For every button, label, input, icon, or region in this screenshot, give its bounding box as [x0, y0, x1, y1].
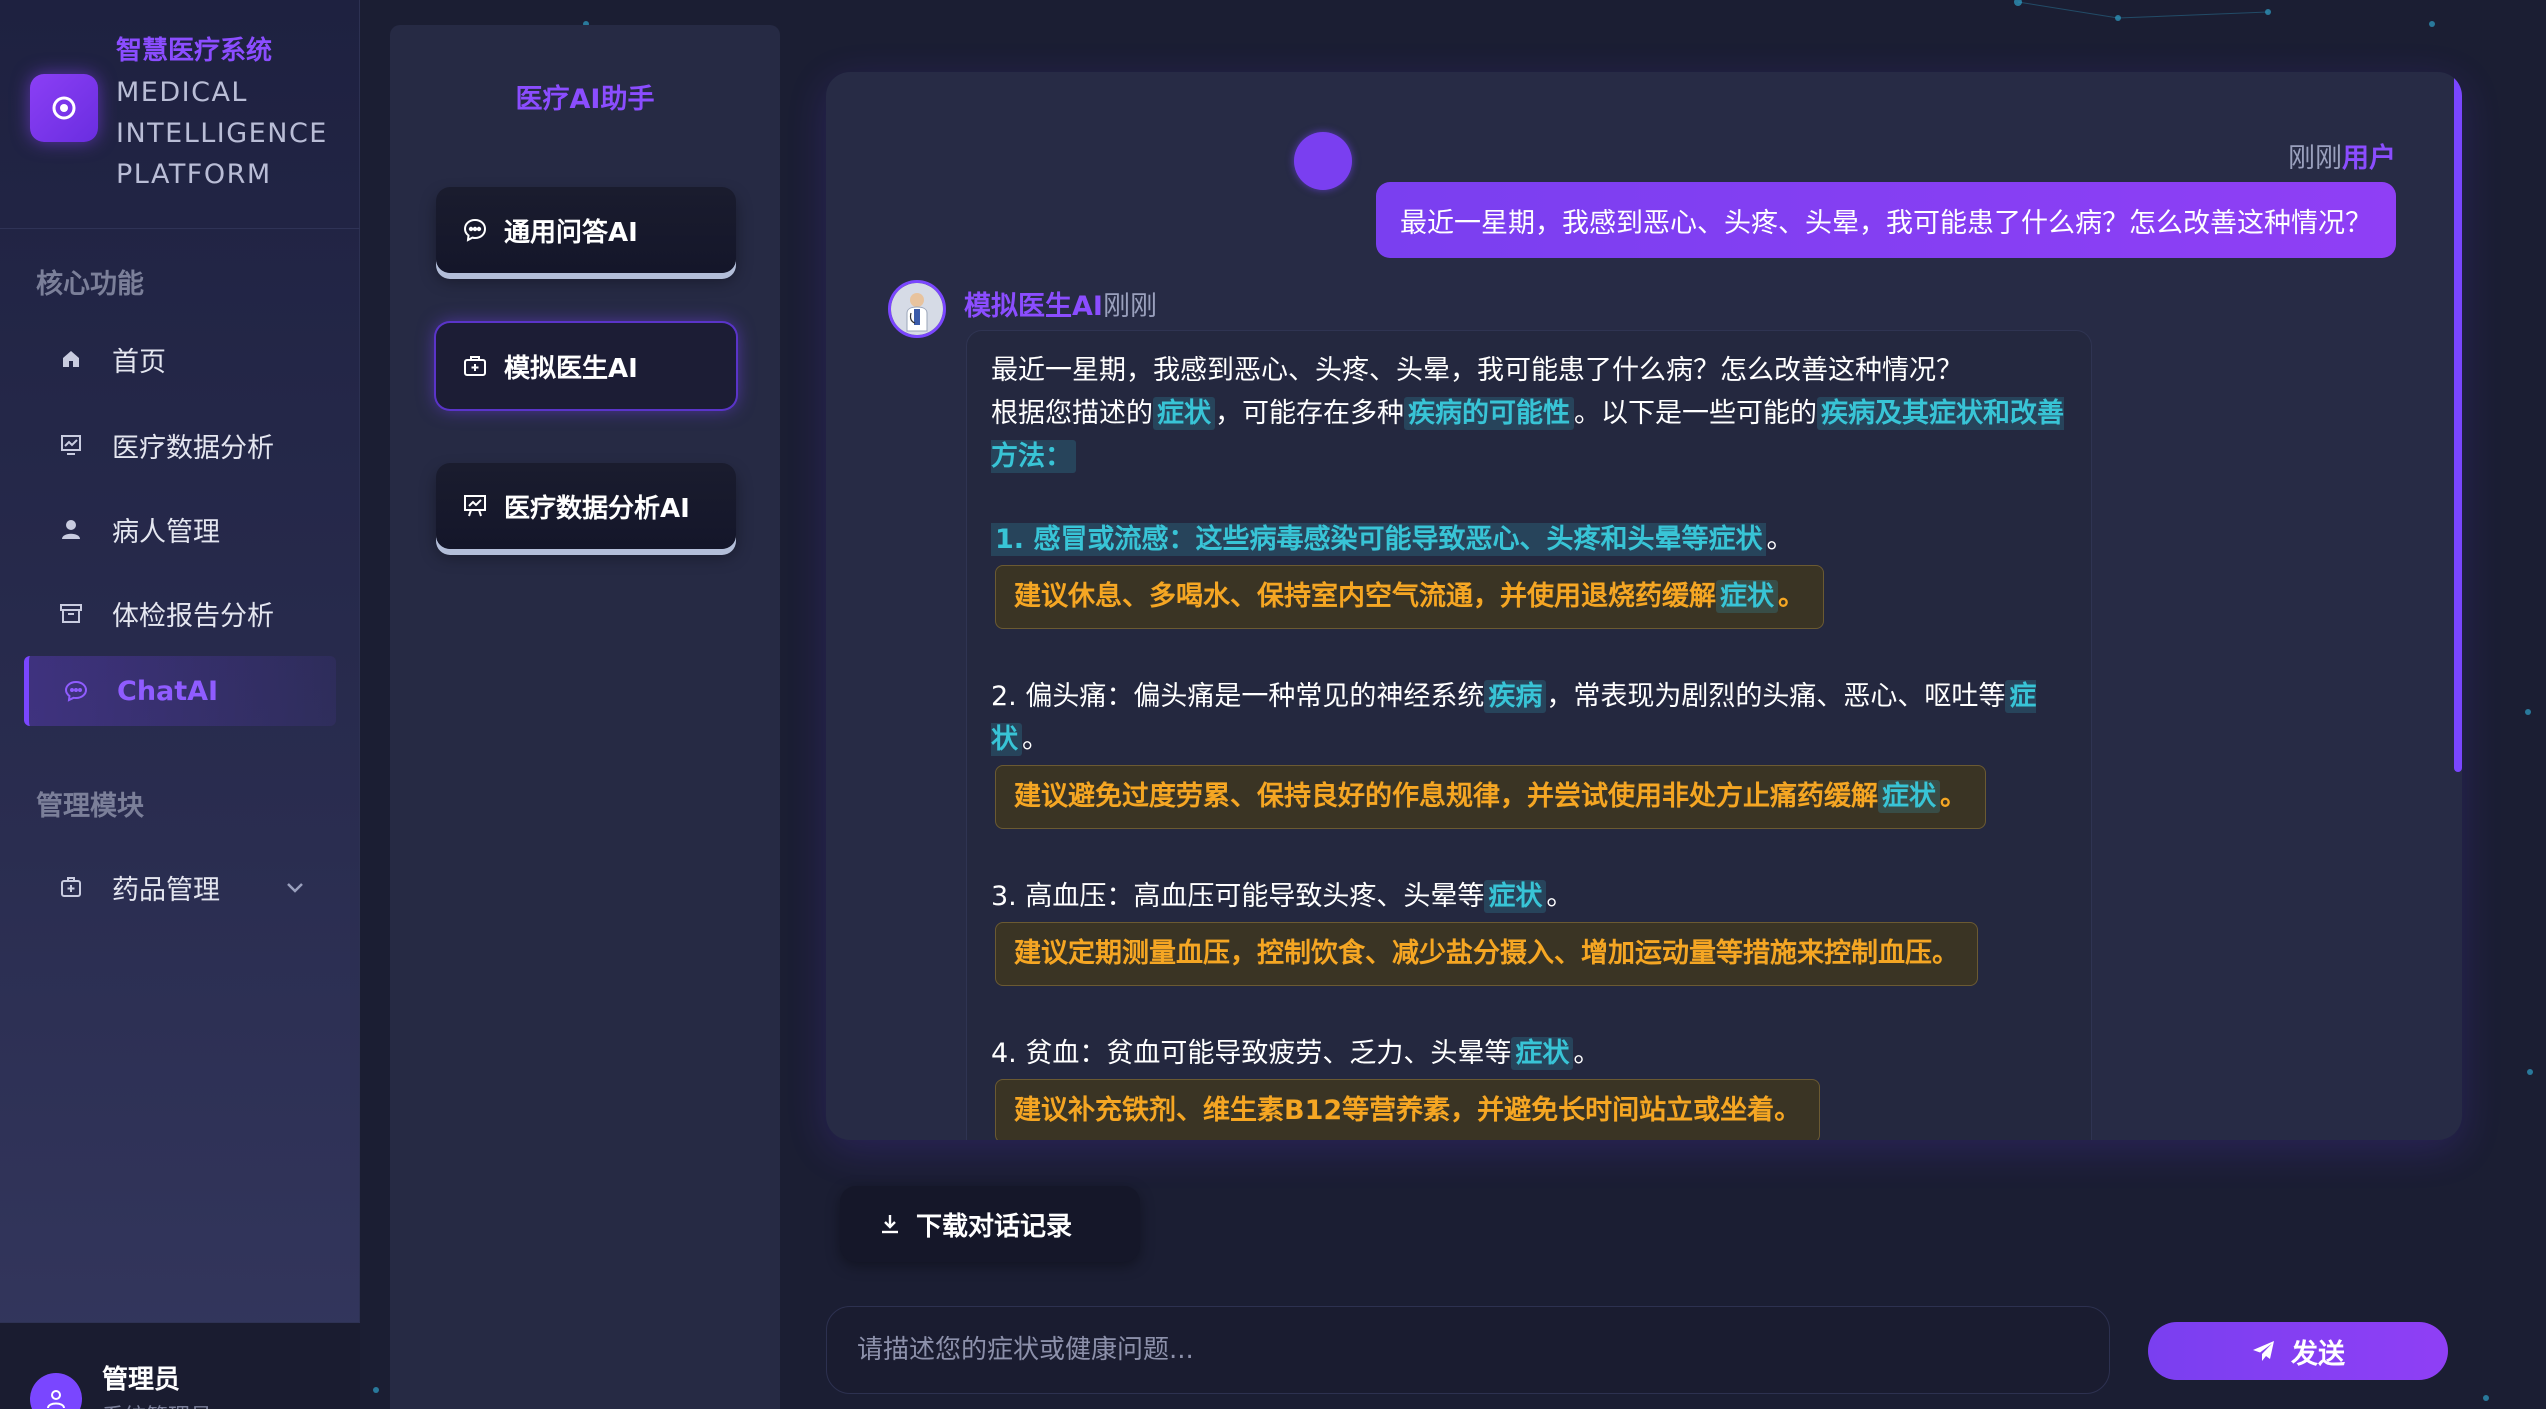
message-sender: 用户: [2342, 143, 2396, 174]
general-qa-ai-button[interactable]: 通用问答AI: [436, 187, 736, 273]
sidebar-item-label: 体检报告分析: [112, 600, 274, 632]
sidebar-item-label: ChatAI: [117, 675, 219, 707]
sidebar-item-data-analysis[interactable]: 医疗数据分析: [24, 410, 336, 480]
list-item: 1. 感冒或流感：这些病毒感染可能导致恶心、头疼和头晕等症状。: [991, 518, 2067, 561]
keyword-highlight: 症状: [1484, 880, 1547, 913]
data-analysis-ai-label: 医疗数据分析AI: [504, 493, 690, 524]
message-sender: 模拟医生AI: [964, 291, 1103, 322]
ai-doctor-avatar: [888, 280, 946, 338]
sidebar-item-label: 医疗数据分析: [112, 432, 274, 464]
data-analysis-ai-button[interactable]: 医疗数据分析AI: [436, 463, 736, 549]
advice-box: 建议补充铁剂、维生素B12等营养素，并避免长时间站立或坐着。: [995, 1079, 1821, 1140]
intro-paragraph: 根据您描述的 症状 ，可能存在多种 疾病的可能性 。以下是一些可能的 疾病及其症状和改善方…: [991, 397, 2064, 473]
sidebar-item-medicine[interactable]: 药品管理: [24, 852, 336, 922]
archive-icon: [56, 598, 86, 628]
sidebar-item-home[interactable]: 首页: [24, 324, 336, 394]
chevron-down-icon[interactable]: [284, 874, 306, 905]
assistant-panel: 医疗AI助手 通用问答AI 模拟医生AI 医疗数据分析AI: [390, 25, 780, 1409]
question-echo: 最近一星期，我感到恶心、头疼、头晕，我可能患了什么病？怎么改善这种情况？: [991, 355, 1963, 386]
advice-box: 建议定期测量血压，控制饮食、减少盐分摄入、增加运动量等措施来控制血压。: [995, 922, 1978, 986]
advice-box: 建议避免过度劳累、保持良好的作息规律，并尝试使用非处方止痛药缓解 症状。: [995, 765, 1986, 829]
download-label: 下载对话记录: [916, 1211, 1073, 1242]
list-item: 3. 高血压：高血压可能导致头疼、头晕等 症状。: [991, 880, 1574, 913]
sidebar-item-label: 药品管理: [112, 874, 220, 906]
send-label: 发送: [2291, 1338, 2345, 1370]
sidebar-item-label: 首页: [112, 346, 166, 378]
scrollbar[interactable]: [2454, 72, 2462, 1140]
home-icon: [56, 344, 86, 374]
simulated-doctor-ai-button[interactable]: 模拟医生AI: [436, 323, 736, 409]
logo-icon: [52, 96, 76, 120]
user-message-meta: 刚刚用户: [2288, 136, 2396, 175]
chat-window[interactable]: 刚刚用户 最近一星期，我感到恶心、头疼、头晕，我可能患了什么病？怎么改善这种情况…: [826, 72, 2462, 1140]
keyword-highlight: 症状: [1153, 397, 1215, 430]
assistant-title: 医疗AI助手: [515, 84, 655, 115]
chart-icon: [56, 430, 86, 460]
advice-box: 建议休息、多喝水、保持室内空气流通，并使用退烧药缓解 症状。: [995, 565, 1824, 629]
download-icon: [878, 1212, 902, 1236]
brand-logo: [30, 74, 98, 142]
message-time: 刚刚: [2288, 143, 2342, 174]
section-label-admin: 管理模块: [36, 791, 144, 822]
item-title-highlight: 1. 感冒或流感：这些病毒感染可能导致恶心、头疼和头晕等症状: [991, 523, 1767, 556]
simulated-doctor-ai-label: 模拟医生AI: [504, 353, 638, 384]
sidebar-item-report[interactable]: 体检报告分析: [24, 578, 336, 648]
keyword-highlight: 疾病: [1484, 680, 1547, 713]
keyword-highlight: 症状: [1716, 580, 1778, 613]
user-name: 管理员: [102, 1365, 181, 1395]
brand: 智慧医疗系统 MEDICAL INTELLIGENCE PLATFORM: [30, 28, 350, 198]
medicine-icon: [56, 872, 86, 902]
divider: [0, 228, 360, 229]
avatar[interactable]: [30, 1373, 82, 1409]
symptom-input[interactable]: [826, 1306, 2110, 1394]
message-time: 刚刚: [1102, 291, 1157, 322]
keyword-highlight: 症状: [1878, 780, 1940, 813]
sidebar: 智慧医疗系统 MEDICAL INTELLIGENCE PLATFORM 核心功…: [0, 0, 360, 1409]
ai-message-meta: 模拟医生AI刚刚: [964, 284, 1157, 323]
user-message-bubble: 最近一星期，我感到恶心、头疼、头晕，我可能患了什么病？怎么改善这种情况？: [1376, 182, 2396, 258]
brand-subtitle: MEDICAL INTELLIGENCE PLATFORM: [116, 77, 328, 190]
user-role: 系统管理员: [102, 1399, 212, 1409]
chat-icon: [61, 676, 91, 706]
ai-message-bubble: 最近一星期，我感到恶心、头疼、头晕，我可能患了什么病？怎么改善这种情况？ 根据您…: [966, 330, 2092, 1140]
download-chat-button[interactable]: 下载对话记录: [840, 1186, 1140, 1262]
paper-plane-icon: [2251, 1338, 2277, 1364]
list-item: 2. 偏头痛：偏头痛是一种常见的神经系统 疾病 ，常表现为剧烈的头痛、恶心、呕吐等症…: [991, 680, 2037, 756]
general-qa-ai-label: 通用问答AI: [504, 217, 638, 248]
presentation-icon: [460, 491, 490, 521]
sidebar-item-chatai[interactable]: ChatAI: [24, 656, 336, 726]
medical-kit-icon: [460, 351, 490, 381]
sidebar-item-patients[interactable]: 病人管理: [24, 494, 336, 564]
user-icon: [56, 514, 86, 544]
section-label-core: 核心功能: [36, 269, 144, 300]
send-button[interactable]: 发送: [2148, 1322, 2448, 1380]
user-icon: [47, 1390, 65, 1409]
sidebar-item-label: 病人管理: [112, 516, 220, 548]
brand-title: 智慧医疗系统: [116, 36, 273, 66]
user-message-avatar: [1294, 132, 1352, 190]
chat-bubble-icon: [460, 215, 490, 245]
scrollbar-thumb[interactable]: [2454, 72, 2462, 772]
keyword-highlight: 症状: [1511, 1037, 1574, 1070]
user-panel: 管理员 系统管理员: [0, 1322, 360, 1409]
keyword-highlight: 疾病的可能性: [1404, 397, 1574, 430]
list-item: 4. 贫血：贫血可能导致疲劳、乏力、头晕等 症状。: [991, 1037, 1601, 1070]
doctor-icon: [891, 283, 943, 335]
